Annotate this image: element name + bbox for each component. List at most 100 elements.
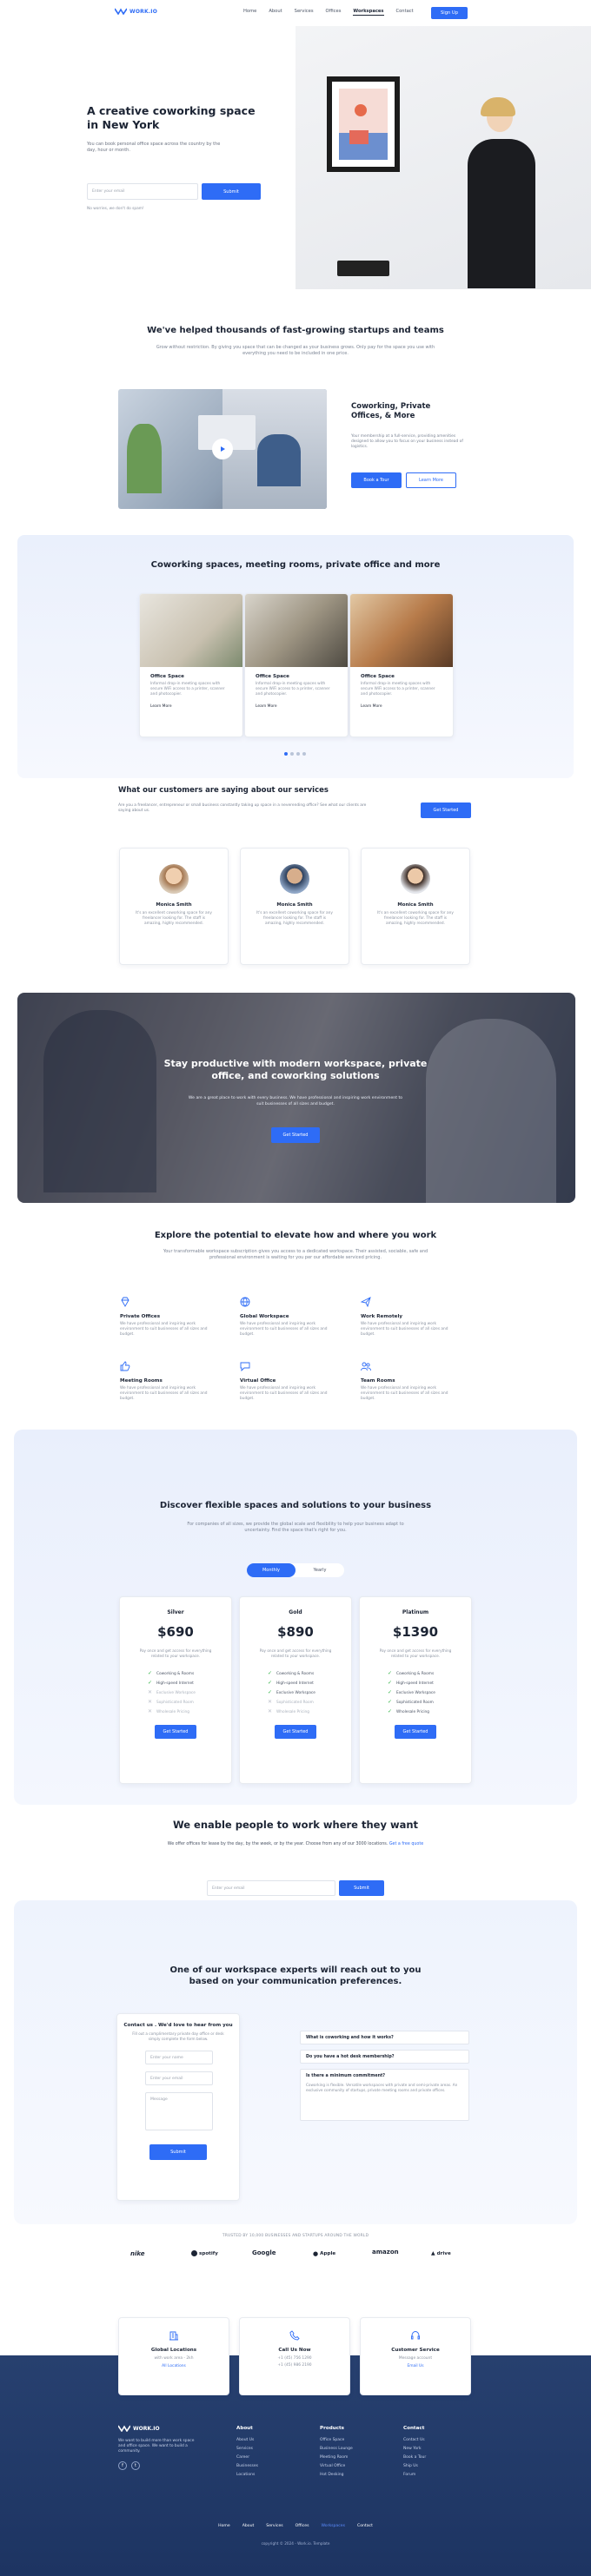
email-field[interactable]: Enter your email xyxy=(145,2071,213,2085)
nav-services[interactable]: Services xyxy=(295,9,314,16)
carousel-dot[interactable] xyxy=(296,752,300,756)
plan-price: $1390 xyxy=(392,1624,439,1640)
footer-nav-contact[interactable]: Contact xyxy=(357,2524,373,2528)
phone-number[interactable]: +1 (45) 756 1290 xyxy=(240,2356,349,2361)
banner-cta-button[interactable]: Get Started xyxy=(271,1127,320,1143)
testimonials-cta-button[interactable]: Get Started xyxy=(421,803,471,818)
testimonial-card-2: Monica Smith It's an excellent coworking… xyxy=(240,848,349,965)
footer-logo-text: WORK.IO xyxy=(133,2425,160,2432)
enable-text: We offer offices for lease by the day, b… xyxy=(165,1841,426,1847)
space-card-1[interactable]: Office Space Informal drop-in meeting sp… xyxy=(139,593,243,737)
hero-email-input[interactable]: Enter your email xyxy=(87,183,198,200)
facebook-icon[interactable]: f xyxy=(118,2461,127,2470)
plan-name: Platinum xyxy=(402,1609,429,1615)
toggle-monthly[interactable]: Monthly xyxy=(247,1563,296,1577)
carousel-dot[interactable] xyxy=(284,752,288,756)
footer-link[interactable]: Office Space xyxy=(320,2438,353,2442)
footer-link[interactable]: Locations xyxy=(236,2473,258,2477)
footer-logo[interactable]: WORK.IO xyxy=(118,2425,160,2432)
space-card-2[interactable]: Office Space Informal drop-in meeting sp… xyxy=(244,593,349,737)
learn-more-button[interactable]: Learn More xyxy=(406,472,456,488)
nav-offices[interactable]: Offices xyxy=(326,9,342,16)
cross-icon: ✕ xyxy=(148,1708,153,1714)
footer-link[interactable]: Contact Us xyxy=(403,2438,426,2442)
enable-submit-button[interactable]: Submit xyxy=(339,1880,384,1896)
phone-number[interactable]: +1 (45) 986 2190 xyxy=(240,2363,349,2368)
plan-feature: ✓ Exclusive Workspace xyxy=(388,1689,435,1695)
faq-item-3[interactable]: Is there a minimum commitment? Coworking… xyxy=(300,2069,469,2121)
name-field[interactable]: Enter your name xyxy=(145,2051,213,2064)
footer-link[interactable]: Book a Tour xyxy=(403,2455,426,2460)
plan-feature: ✓ Coworking & Rooms xyxy=(148,1670,195,1676)
space-card-link[interactable]: Learn More xyxy=(256,704,337,709)
nav-workspaces[interactable]: Workspaces xyxy=(353,9,384,16)
logo[interactable]: WORK.IO xyxy=(115,8,157,15)
all-locations-link[interactable]: All Locations xyxy=(119,2364,229,2368)
footer-link[interactable]: Meeting Room xyxy=(320,2455,353,2460)
footer-link[interactable]: About Us xyxy=(236,2438,258,2442)
footer-nav-services[interactable]: Services xyxy=(266,2524,282,2528)
startups-video[interactable] xyxy=(118,389,327,509)
plan-feature: ✕ Wholesale Pricing xyxy=(148,1708,189,1714)
faq-item-2[interactable]: Do you have a hot desk membership? xyxy=(300,2050,469,2064)
free-quote-link[interactable]: Get a free quote xyxy=(389,1842,423,1846)
toggle-yearly[interactable]: Yearly xyxy=(296,1563,344,1577)
info-title: Customer Service xyxy=(391,2348,440,2353)
check-icon: ✓ xyxy=(268,1680,273,1686)
footer-link[interactable]: Services xyxy=(236,2447,258,2451)
nav-about[interactable]: About xyxy=(269,9,282,16)
plan-cta-button[interactable]: Get Started xyxy=(395,1725,436,1739)
signup-button[interactable]: Sign Up xyxy=(431,7,468,19)
footer-nav-workspaces[interactable]: Workspaces xyxy=(321,2524,345,2528)
billing-toggle[interactable]: Monthly Yearly xyxy=(247,1563,344,1577)
plan-cta-button[interactable]: Get Started xyxy=(275,1725,316,1739)
nav-contact[interactable]: Contact xyxy=(396,9,414,16)
testimonial-name: Monica Smith xyxy=(156,902,192,908)
info-title: Global Locations xyxy=(150,2348,197,2353)
footer-link[interactable]: Virtual Office xyxy=(320,2464,353,2468)
play-icon[interactable] xyxy=(212,439,233,459)
plan-feature: ✕ Exclusive Workspace xyxy=(148,1689,196,1695)
footer-nav-about[interactable]: About xyxy=(242,2524,255,2528)
footer-link[interactable]: Ship Us xyxy=(403,2464,426,2468)
footer-link[interactable]: Hot Desking xyxy=(320,2473,353,2477)
footer-link[interactable]: Forum xyxy=(403,2473,426,2477)
plan-silver: Silver $690 Pay once and get access for … xyxy=(119,1596,232,1784)
diamond-icon xyxy=(121,1297,129,1307)
cross-icon: ✕ xyxy=(268,1699,273,1705)
enable-email-input[interactable]: Enter your email xyxy=(207,1880,335,1896)
hero-note: No worries, we don't do spam! xyxy=(87,207,144,211)
globe-icon xyxy=(240,1297,250,1307)
nav-home[interactable]: Home xyxy=(243,9,256,16)
hero-submit-button[interactable]: Submit xyxy=(202,183,261,200)
faq-item-1[interactable]: What is coworking and how it works? xyxy=(300,2031,469,2044)
contact-submit-button[interactable]: Submit xyxy=(149,2144,207,2160)
testimonial-name: Monica Smith xyxy=(397,902,434,908)
footer-col-products: Products Office Space Business Lounge Me… xyxy=(320,2426,353,2481)
feature-meeting-rooms: Meeting Rooms We have professional and i… xyxy=(120,1358,216,1402)
space-card-image xyxy=(140,594,242,667)
carousel-dot[interactable] xyxy=(290,752,294,756)
footer-nav-offices[interactable]: Offices xyxy=(296,2524,309,2528)
carousel-dot[interactable] xyxy=(302,752,306,756)
chat-icon xyxy=(240,1362,250,1372)
footer-link[interactable]: Business Lounge xyxy=(320,2447,353,2451)
footer-col-contact: Contact Contact Us New York Book a Tour … xyxy=(403,2426,426,2481)
space-card-link[interactable]: Learn More xyxy=(150,704,232,709)
footer-nav-home[interactable]: Home xyxy=(218,2524,230,2528)
feature-title: Meeting Rooms xyxy=(120,1378,163,1384)
carousel-dots[interactable] xyxy=(284,752,306,756)
cross-icon: ✕ xyxy=(148,1689,153,1695)
twitter-icon[interactable]: t xyxy=(131,2461,140,2470)
testimonials-text: Are you a freelancer, entrepreneur or sm… xyxy=(118,803,367,813)
faq-question[interactable]: Is there a minimum commitment? xyxy=(306,2074,463,2078)
email-us-link[interactable]: Email Us xyxy=(361,2364,470,2368)
footer-link[interactable]: New York xyxy=(403,2447,426,2451)
book-tour-button[interactable]: Book a Tour xyxy=(351,472,402,488)
footer-link[interactable]: Businesses xyxy=(236,2464,258,2468)
message-field[interactable]: Message xyxy=(145,2092,213,2130)
footer-link[interactable]: Career xyxy=(236,2455,258,2460)
space-card-3[interactable]: Office Space Informal drop-in meeting sp… xyxy=(349,593,454,737)
space-card-link[interactable]: Learn More xyxy=(361,704,442,709)
plan-cta-button[interactable]: Get Started xyxy=(155,1725,196,1739)
